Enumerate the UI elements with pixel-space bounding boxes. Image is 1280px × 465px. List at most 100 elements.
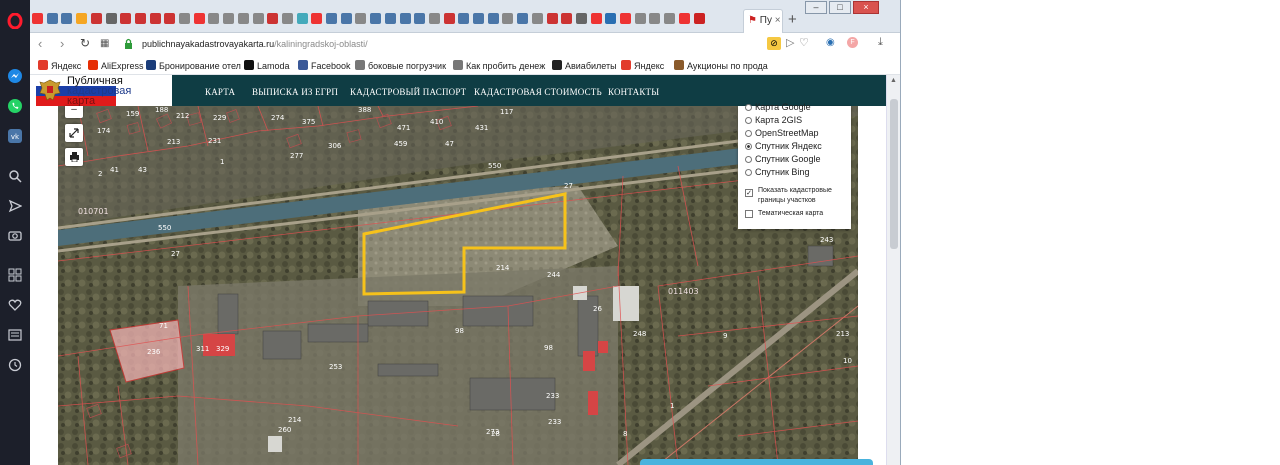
- bookmark-item[interactable]: Яндекс: [621, 60, 664, 71]
- layer-option-2gis[interactable]: Карта 2GIS: [745, 115, 802, 125]
- tab-favicon-icon[interactable]: [134, 13, 146, 24]
- tab-favicon-icon[interactable]: [605, 13, 617, 24]
- checkbox-checked[interactable]: ✓: [745, 189, 753, 197]
- tab-favicon-icon[interactable]: [399, 13, 411, 24]
- menu-cadastral-passport[interactable]: КАДАСТРОВЫЙ ПАСПОРТ: [350, 87, 466, 97]
- zoom-out-button[interactable]: –: [65, 105, 83, 118]
- send-icon[interactable]: [6, 197, 24, 215]
- tab-favicon-icon[interactable]: [76, 13, 88, 24]
- tab-favicon-icon[interactable]: [120, 13, 132, 24]
- search-icon[interactable]: [6, 167, 24, 185]
- new-tab-button[interactable]: +: [788, 11, 797, 28]
- tab-favicon-icon[interactable]: [61, 13, 73, 24]
- tabs-grid-icon[interactable]: ▦: [100, 38, 109, 49]
- close-icon[interactable]: ×: [775, 15, 781, 26]
- tab-favicon-icon[interactable]: [620, 13, 631, 24]
- bookmark-item[interactable]: Facebook: [298, 60, 351, 71]
- tab-favicon-icon[interactable]: [32, 13, 43, 24]
- vk-icon[interactable]: vk: [6, 127, 24, 145]
- tab-favicon-icon[interactable]: [575, 13, 587, 24]
- url-field[interactable]: publichnayakadastrovayakarta.ru/kalining…: [142, 39, 368, 49]
- bookmark-item[interactable]: Lamoda: [244, 60, 290, 71]
- radio-button[interactable]: [745, 130, 752, 137]
- back-icon[interactable]: ‹: [38, 36, 42, 51]
- messenger-icon[interactable]: [6, 67, 24, 85]
- tab-favicon-icon[interactable]: [237, 13, 249, 24]
- layer-option-yandex-satellite[interactable]: Спутник Яндекс: [745, 141, 822, 151]
- tab-favicon-icon[interactable]: [355, 13, 367, 24]
- layer-option-osm[interactable]: OpenStreetMap: [745, 128, 819, 138]
- tab-favicon-icon[interactable]: [149, 13, 161, 24]
- tab-favicon-icon[interactable]: [252, 13, 264, 24]
- tab-favicon-icon[interactable]: [531, 13, 543, 24]
- tab-favicon-icon[interactable]: [164, 13, 176, 24]
- snapshot-icon[interactable]: ▷: [786, 36, 794, 49]
- radio-button[interactable]: [745, 156, 752, 163]
- tab-favicon-icon[interactable]: [193, 13, 205, 24]
- menu-egrp-extract[interactable]: ВЫПИСКА ИЗ ЕГРП: [252, 87, 338, 97]
- tab-favicon-icon[interactable]: [634, 13, 646, 24]
- tab-favicon-icon[interactable]: [590, 13, 602, 24]
- tab-favicon-icon[interactable]: [649, 13, 661, 24]
- scrollbar-thumb[interactable]: [890, 99, 898, 249]
- whatsapp-icon[interactable]: [6, 97, 24, 115]
- vpn-icon[interactable]: ◉: [826, 37, 835, 48]
- tab-favicon-icon[interactable]: [90, 13, 102, 24]
- tab-favicon-icon[interactable]: [458, 13, 470, 24]
- tab-favicon-icon[interactable]: [208, 13, 220, 24]
- bookmark-item[interactable]: боковые погрузчик: [355, 60, 446, 71]
- speed-dial-icon[interactable]: [6, 266, 24, 284]
- adblock-icon[interactable]: ⊘: [767, 37, 781, 50]
- tab-favicon-icon[interactable]: [326, 13, 337, 24]
- bookmark-item[interactable]: Бронирование отел: [146, 60, 241, 71]
- tab-favicon-icon[interactable]: [473, 13, 484, 24]
- extension-icon[interactable]: F: [847, 37, 858, 48]
- tab-favicon-icon[interactable]: [546, 13, 558, 24]
- tab-favicon-icon[interactable]: [561, 13, 573, 24]
- scrollbar[interactable]: ▲: [886, 75, 900, 465]
- bookmark-item[interactable]: AliExpress: [88, 60, 144, 71]
- tab-favicon-icon[interactable]: [340, 13, 352, 24]
- tab-favicon-icon[interactable]: [370, 13, 382, 24]
- reload-icon[interactable]: ↻: [80, 36, 90, 50]
- layer-option-bing-satellite[interactable]: Спутник Bing: [745, 167, 809, 177]
- tab-favicon-icon[interactable]: [678, 13, 690, 24]
- tab-favicon-icon[interactable]: [281, 13, 293, 24]
- heart-icon[interactable]: [6, 296, 24, 314]
- tab-favicon-icon[interactable]: [179, 13, 190, 24]
- radio-button[interactable]: [745, 104, 752, 111]
- bookmark-heart-icon[interactable]: ♡: [799, 36, 809, 49]
- bookmark-item[interactable]: Авиабилеты: [552, 60, 617, 71]
- tab-favicon-icon[interactable]: [428, 13, 440, 24]
- camera-icon[interactable]: [6, 226, 24, 244]
- bookmark-item[interactable]: Как пробить денеж: [453, 60, 545, 71]
- bottom-action-button[interactable]: [640, 459, 873, 465]
- tab-favicon-icon[interactable]: [384, 13, 396, 24]
- tab-favicon-icon[interactable]: [267, 13, 279, 24]
- opera-logo-icon[interactable]: [6, 12, 24, 30]
- tab-favicon-icon[interactable]: [46, 13, 58, 24]
- tab-favicon-icon[interactable]: [105, 13, 117, 24]
- tab-favicon-icon[interactable]: [487, 13, 499, 24]
- site-logo[interactable]: Публичная кадастровая карта: [30, 75, 172, 107]
- radio-button[interactable]: [745, 169, 752, 176]
- print-button[interactable]: [65, 148, 83, 166]
- tab-favicon-icon[interactable]: [443, 13, 455, 24]
- menu-map[interactable]: КАРТА: [205, 87, 235, 97]
- tab-favicon-icon[interactable]: [223, 13, 235, 24]
- bookmark-item[interactable]: Аукционы по прода: [674, 60, 768, 71]
- news-icon[interactable]: [6, 326, 24, 344]
- menu-cadastral-value[interactable]: КАДАСТРОВАЯ СТОИМОСТЬ: [474, 87, 602, 97]
- tab-favicon-icon[interactable]: [664, 13, 676, 24]
- tab-favicon-icon[interactable]: [311, 13, 323, 24]
- download-icon[interactable]: ⤓: [878, 36, 883, 49]
- forward-icon[interactable]: ›: [60, 36, 64, 51]
- checkbox-thematic-map[interactable]: Тематическая карта: [745, 209, 823, 219]
- layer-option-google-satellite[interactable]: Спутник Google: [745, 154, 820, 164]
- checkbox[interactable]: [745, 210, 753, 218]
- fullscreen-button[interactable]: [65, 124, 83, 142]
- bookmark-item[interactable]: Яндекс: [38, 60, 81, 71]
- scroll-up-icon[interactable]: ▲: [890, 77, 897, 84]
- radio-button-selected[interactable]: [745, 143, 752, 150]
- tab-active[interactable]: ⚑ Пу ×: [743, 9, 783, 33]
